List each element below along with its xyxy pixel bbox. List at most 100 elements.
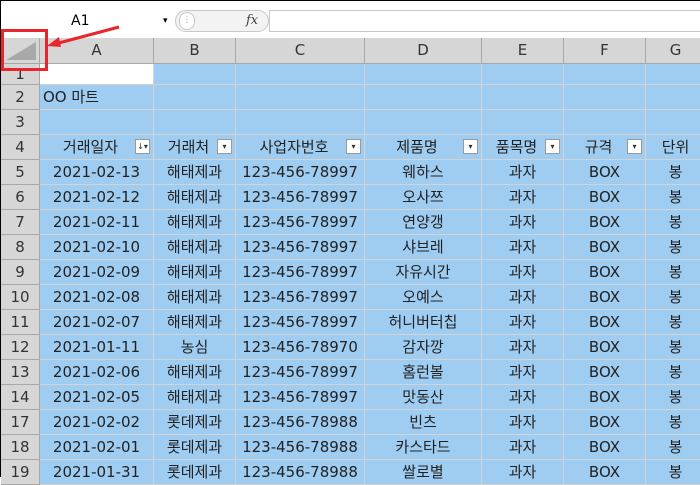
- cell-c11[interactable]: 123-456-78997: [236, 310, 365, 335]
- cell-b14[interactable]: 해태제과: [154, 385, 236, 410]
- cell-g10[interactable]: 봉: [646, 285, 700, 310]
- cell-a3[interactable]: [40, 110, 154, 135]
- cell-a5[interactable]: 2021-02-13: [40, 160, 154, 185]
- cell-f12[interactable]: BOX: [564, 335, 646, 360]
- formula-input[interactable]: [269, 10, 700, 32]
- cell-e2[interactable]: [482, 85, 564, 110]
- cell-c5[interactable]: 123-456-78997: [236, 160, 365, 185]
- cell-a19[interactable]: 2021-01-31: [40, 460, 154, 485]
- cell-c8[interactable]: 123-456-78997: [236, 235, 365, 260]
- cell-b18[interactable]: 롯데제과: [154, 435, 236, 460]
- cell-g1[interactable]: [646, 64, 700, 85]
- filter-dropdown-button[interactable]: ▾: [463, 139, 478, 154]
- cell-g6[interactable]: 봉: [646, 185, 700, 210]
- row-header-14[interactable]: 14: [1, 385, 40, 410]
- cell-a17[interactable]: 2021-02-02: [40, 410, 154, 435]
- cell-c6[interactable]: 123-456-78997: [236, 185, 365, 210]
- cell-f10[interactable]: BOX: [564, 285, 646, 310]
- cell-f5[interactable]: BOX: [564, 160, 646, 185]
- cell-g18[interactable]: 봉: [646, 435, 700, 460]
- row-header-13[interactable]: 13: [1, 360, 40, 385]
- cell-c13[interactable]: 123-456-78997: [236, 360, 365, 385]
- cell-c2[interactable]: [236, 85, 365, 110]
- cell-g11[interactable]: 봉: [646, 310, 700, 335]
- cell-e5[interactable]: 과자: [482, 160, 564, 185]
- cell-a6[interactable]: 2021-02-12: [40, 185, 154, 210]
- filter-dropdown-button[interactable]: ▾: [627, 139, 642, 154]
- cell-f4[interactable]: 규격 ▾: [564, 135, 646, 160]
- cell-d12[interactable]: 감자깡: [365, 335, 482, 360]
- cell-f19[interactable]: BOX: [564, 460, 646, 485]
- cell-d17[interactable]: 빈츠: [365, 410, 482, 435]
- cell-f13[interactable]: BOX: [564, 360, 646, 385]
- cell-g9[interactable]: 봉: [646, 260, 700, 285]
- cell-d11[interactable]: 허니버터칩: [365, 310, 482, 335]
- cell-d4[interactable]: 제품명 ▾: [365, 135, 482, 160]
- cell-b4[interactable]: 거래처 ▾: [154, 135, 236, 160]
- row-header-6[interactable]: 6: [1, 185, 40, 210]
- row-header-3[interactable]: 3: [1, 110, 40, 135]
- cell-c1[interactable]: [236, 64, 365, 85]
- cell-b8[interactable]: 해태제과: [154, 235, 236, 260]
- cell-b10[interactable]: 해태제과: [154, 285, 236, 310]
- column-header-b[interactable]: B: [154, 38, 236, 64]
- cell-d13[interactable]: 홈런볼: [365, 360, 482, 385]
- cell-f3[interactable]: [564, 110, 646, 135]
- cell-a2[interactable]: OO 마트: [40, 85, 154, 110]
- cell-e3[interactable]: [482, 110, 564, 135]
- cell-d5[interactable]: 웨하스: [365, 160, 482, 185]
- cell-g17[interactable]: 봉: [646, 410, 700, 435]
- cell-f17[interactable]: BOX: [564, 410, 646, 435]
- cell-b2[interactable]: [154, 85, 236, 110]
- cell-g14[interactable]: 봉: [646, 385, 700, 410]
- cell-a8[interactable]: 2021-02-10: [40, 235, 154, 260]
- cell-a13[interactable]: 2021-02-06: [40, 360, 154, 385]
- cell-a14[interactable]: 2021-02-05: [40, 385, 154, 410]
- row-header-7[interactable]: 7: [1, 210, 40, 235]
- cell-f1[interactable]: [564, 64, 646, 85]
- cell-e6[interactable]: 과자: [482, 185, 564, 210]
- cell-d8[interactable]: 샤브레: [365, 235, 482, 260]
- row-header-18[interactable]: 18: [1, 435, 40, 460]
- row-header-2[interactable]: 2: [1, 85, 40, 110]
- cell-g7[interactable]: 봉: [646, 210, 700, 235]
- insert-function-icon[interactable]: fx: [246, 11, 258, 31]
- cell-e8[interactable]: 과자: [482, 235, 564, 260]
- cell-c18[interactable]: 123-456-78988: [236, 435, 365, 460]
- cell-d3[interactable]: [365, 110, 482, 135]
- cell-g2[interactable]: [646, 85, 700, 110]
- row-header-11[interactable]: 11: [1, 310, 40, 335]
- cell-e4[interactable]: 품목명 ▾: [482, 135, 564, 160]
- cell-e18[interactable]: 과자: [482, 435, 564, 460]
- row-header-8[interactable]: 8: [1, 235, 40, 260]
- cell-c19[interactable]: 123-456-78988: [236, 460, 365, 485]
- formula-bar-resize-icon[interactable]: ⋮: [179, 12, 195, 30]
- cell-e14[interactable]: 과자: [482, 385, 564, 410]
- cell-g5[interactable]: 봉: [646, 160, 700, 185]
- cell-f2[interactable]: [564, 85, 646, 110]
- row-header-17[interactable]: 17: [1, 410, 40, 435]
- row-header-10[interactable]: 10: [1, 285, 40, 310]
- cell-c7[interactable]: 123-456-78997: [236, 210, 365, 235]
- row-header-4[interactable]: 4: [1, 135, 40, 160]
- cell-c12[interactable]: 123-456-78970: [236, 335, 365, 360]
- filter-dropdown-button[interactable]: ▾: [545, 139, 560, 154]
- cell-d1[interactable]: [365, 64, 482, 85]
- cell-f8[interactable]: BOX: [564, 235, 646, 260]
- cell-g12[interactable]: 봉: [646, 335, 700, 360]
- cell-e17[interactable]: 과자: [482, 410, 564, 435]
- cell-d2[interactable]: [365, 85, 482, 110]
- cell-c4[interactable]: 사업자번호 ▾: [236, 135, 365, 160]
- cell-a7[interactable]: 2021-02-11: [40, 210, 154, 235]
- cell-b6[interactable]: 해태제과: [154, 185, 236, 210]
- cell-b9[interactable]: 해태제과: [154, 260, 236, 285]
- cell-d7[interactable]: 연양갱: [365, 210, 482, 235]
- cell-d18[interactable]: 카스타드: [365, 435, 482, 460]
- cell-g13[interactable]: 봉: [646, 360, 700, 385]
- cell-a1[interactable]: [40, 64, 154, 85]
- cell-g8[interactable]: 봉: [646, 235, 700, 260]
- column-header-c[interactable]: C: [236, 38, 365, 64]
- cell-c10[interactable]: 123-456-78997: [236, 285, 365, 310]
- cell-b1[interactable]: [154, 64, 236, 85]
- column-header-d[interactable]: D: [365, 38, 482, 64]
